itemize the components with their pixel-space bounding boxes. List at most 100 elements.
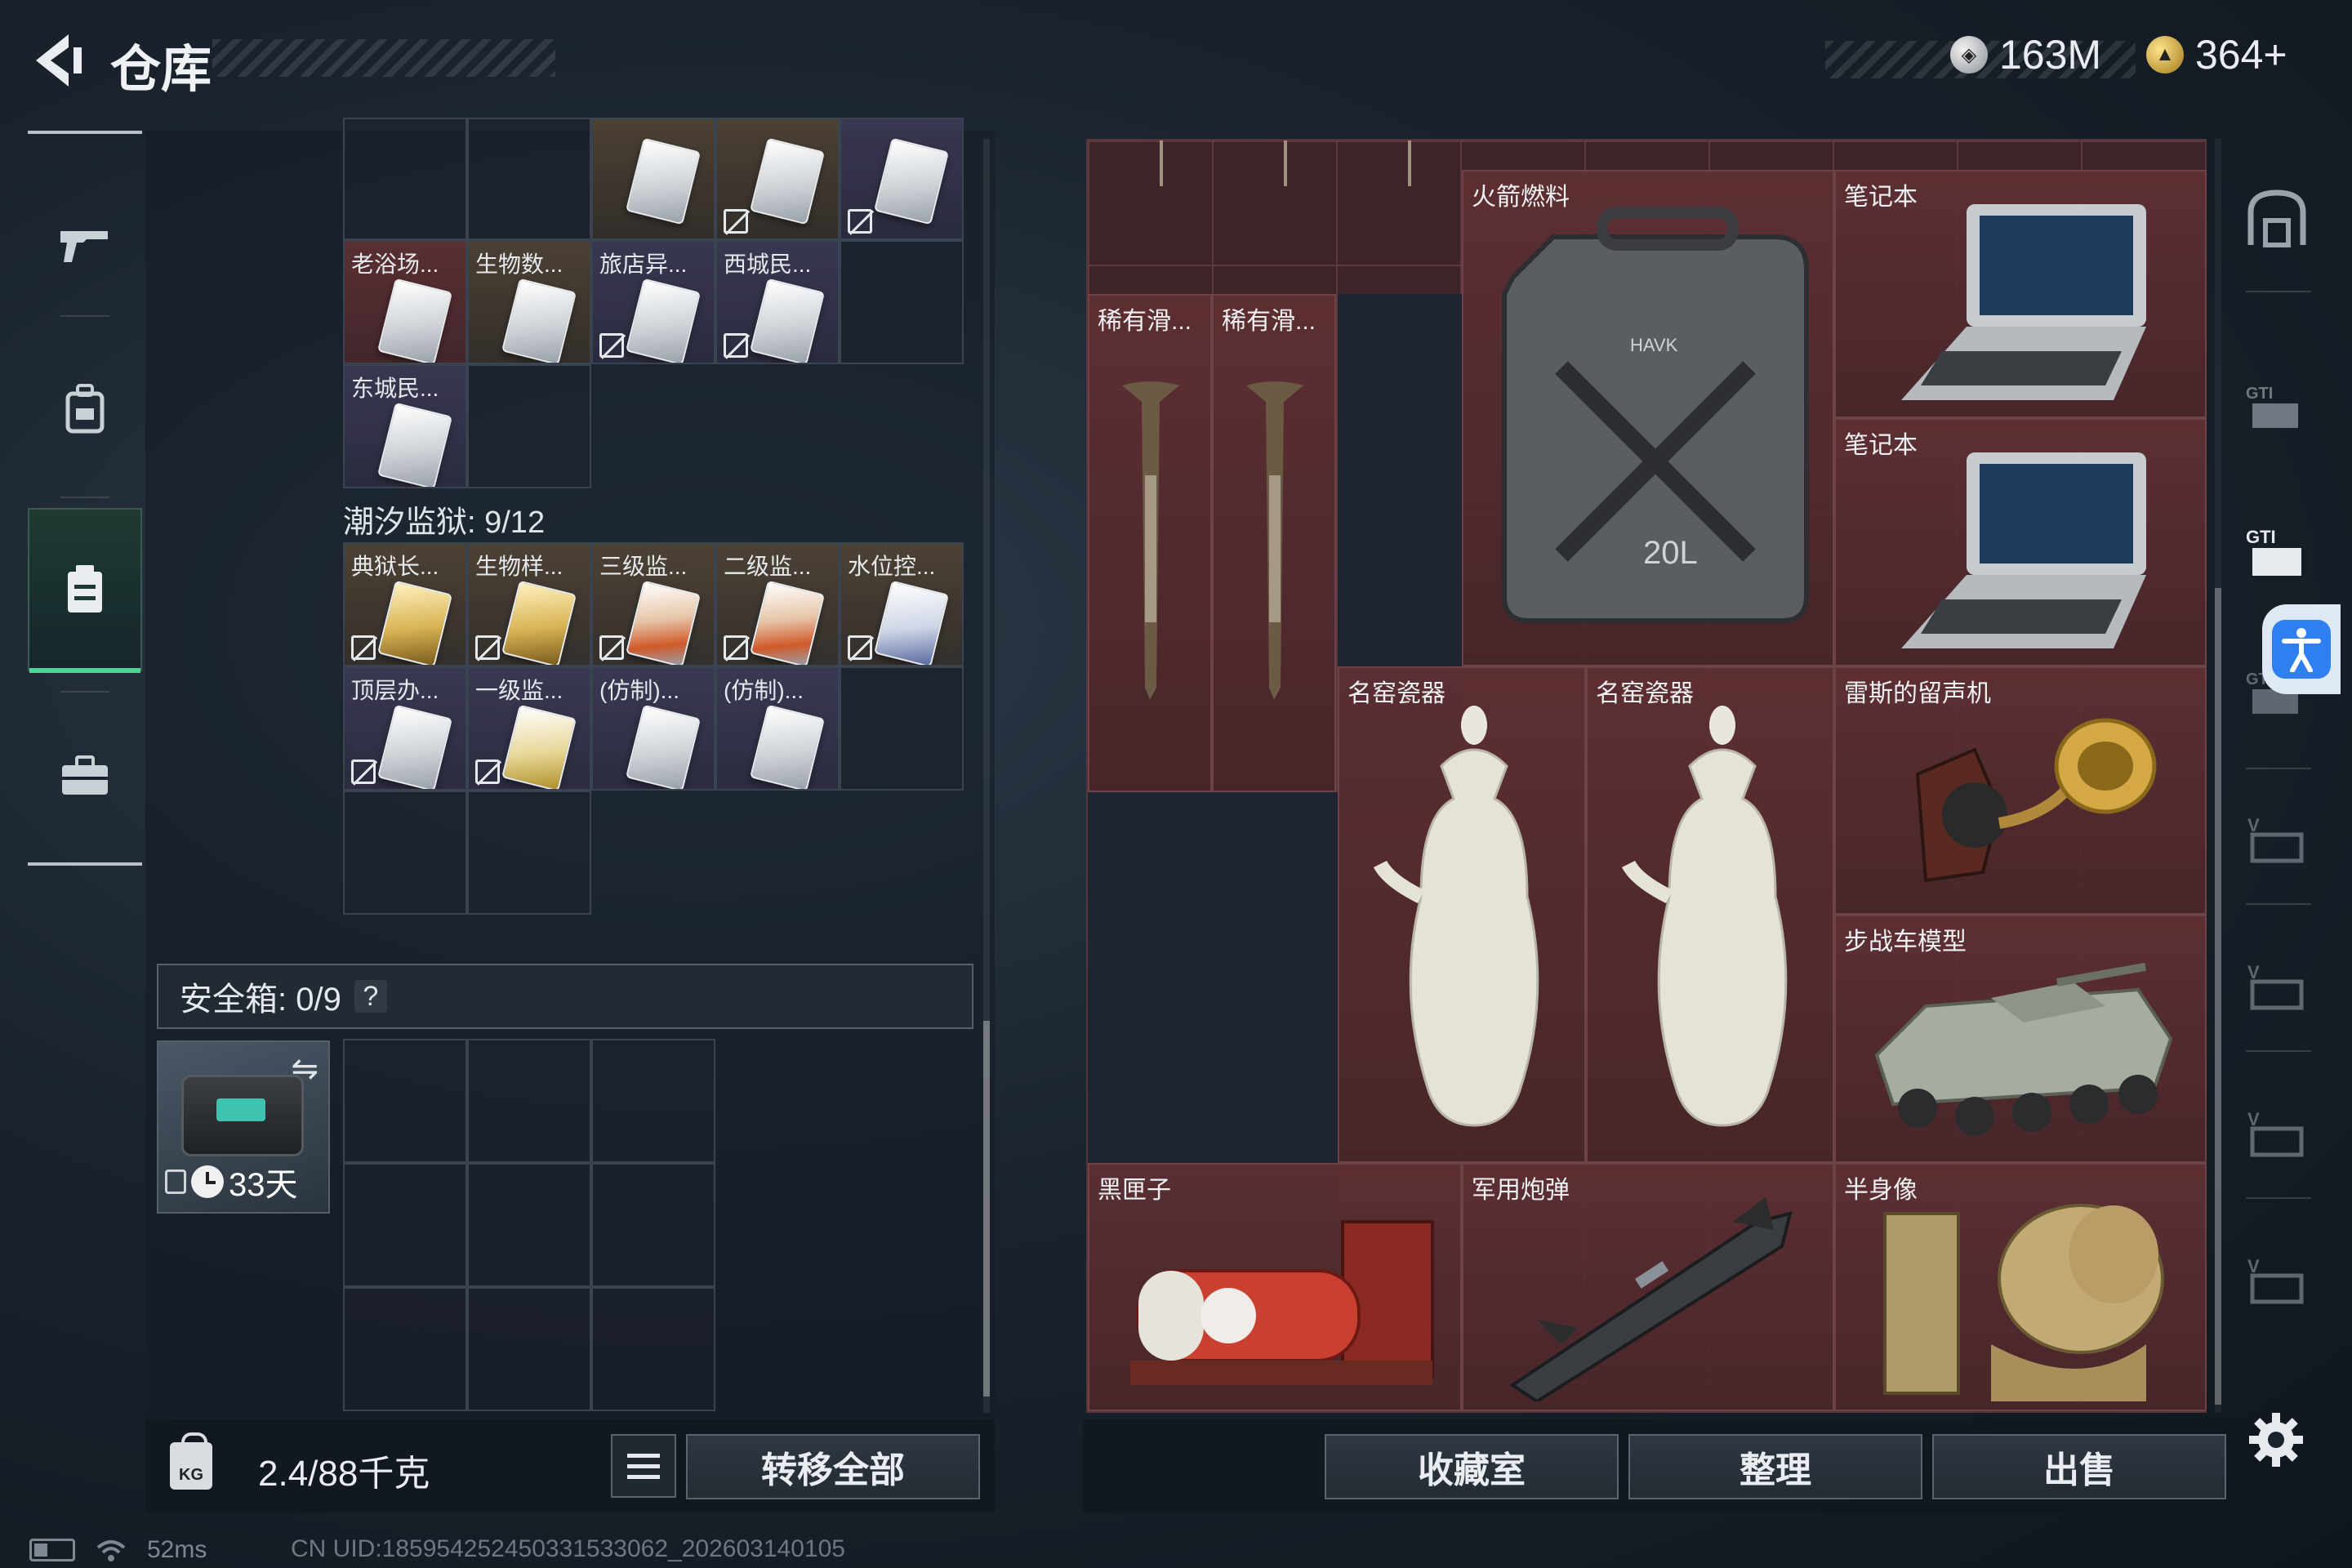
gold-coin-icon: ▲ (2146, 36, 2184, 74)
scroll-thumb[interactable] (983, 1021, 990, 1396)
stash-item-military-shell[interactable]: 军用炮弹 (1462, 1163, 1834, 1411)
stash-item-rocket-fuel[interactable]: 火箭燃料 20L HAVK (1462, 170, 1834, 666)
keycard-item[interactable]: 顶层办... (343, 666, 467, 791)
keycard-item[interactable]: 一级监... (467, 666, 591, 791)
grid-cell[interactable] (840, 240, 964, 364)
stash-item-laptop-2[interactable]: 笔记本 (1834, 418, 2207, 666)
clock-icon (191, 1165, 224, 1198)
svg-text:V: V (2247, 1256, 2260, 1276)
keycard-item[interactable]: 西城民... (715, 240, 840, 364)
item-label: 生物样... (475, 554, 564, 579)
svg-text:V: V (2247, 815, 2260, 835)
grid-cell[interactable] (467, 364, 591, 488)
grid-cell[interactable] (467, 791, 591, 915)
rail-tab-v-1[interactable]: V (2238, 800, 2316, 879)
left-footer: KG 2.4/88千克 转移全部 (145, 1419, 995, 1512)
keycard-item[interactable]: 老浴场... (343, 240, 467, 364)
keycard-item[interactable]: 水位控... (840, 542, 964, 666)
keycard-item[interactable]: (仿制)... (591, 666, 715, 791)
backpack-icon (65, 384, 105, 434)
grid-cell[interactable] (467, 1163, 591, 1287)
settings-gear-icon[interactable] (2247, 1411, 2305, 1468)
rail-tab-v-2[interactable]: V (2238, 947, 2316, 1026)
stash-item-rare-gun-1[interactable]: 稀有滑... (1088, 294, 1212, 792)
stash-item-laptop-1[interactable]: 笔记本 (1834, 170, 2207, 418)
keycard-item[interactable]: 生物样... (467, 542, 591, 666)
gti-tab-icon: GTI (2246, 385, 2298, 428)
rail-item-backpack[interactable] (28, 327, 142, 490)
currency-gold[interactable]: ▲ 364+ (2146, 31, 2287, 78)
rail-tab-home[interactable] (2238, 180, 2316, 258)
list-view-button[interactable] (611, 1434, 676, 1498)
black-box-icon (1130, 1220, 1434, 1385)
item-label: 西城民... (724, 252, 812, 277)
item-label: 顶层办... (351, 678, 439, 703)
rail-tab-gti-1[interactable]: GTI (2238, 368, 2316, 446)
sort-button[interactable]: 整理 (1628, 1434, 1922, 1499)
grid-cell[interactable] (343, 1287, 467, 1411)
grid-cell[interactable] (840, 666, 964, 791)
grid-cell[interactable] (343, 791, 467, 915)
keycard-item[interactable]: 生物数... (467, 240, 591, 364)
keycard-item[interactable]: 东城民... (343, 364, 467, 488)
rail-separator (60, 691, 109, 693)
grid-cell[interactable] (343, 118, 467, 240)
item-label: (仿制)... (724, 678, 804, 703)
grid-cell[interactable] (591, 1287, 715, 1411)
item-label: 生物数... (475, 252, 564, 277)
grid-cell[interactable] (591, 1039, 715, 1163)
rail-tab-v-4[interactable]: V (2238, 1241, 2316, 1320)
left-category-rail (28, 131, 142, 874)
no-extract-icon (724, 209, 748, 234)
stash-item-black-box[interactable]: 黑匣子 (1088, 1163, 1462, 1411)
vault-icon (2247, 189, 2306, 247)
collection-room-button[interactable]: 收藏室 (1325, 1434, 1619, 1499)
keycard-item[interactable]: 旅店异... (591, 240, 715, 364)
grid-cell[interactable] (343, 1163, 467, 1287)
left-scrollbar[interactable] (983, 139, 990, 1413)
stash-item-rare-gun-2[interactable]: 稀有滑... (1212, 294, 1336, 792)
title-decoration (212, 39, 555, 77)
list-line (627, 1474, 660, 1479)
keycard-item[interactable]: 二级监... (715, 542, 840, 666)
keycard-item[interactable]: 典狱长... (343, 542, 467, 666)
swap-icon[interactable]: ⇋ (291, 1050, 318, 1088)
stash-item-bust[interactable]: 半身像 (1834, 1163, 2207, 1411)
scroll-thumb[interactable] (2215, 588, 2221, 1405)
wifi-icon (96, 1540, 126, 1561)
keycard-item[interactable] (840, 118, 964, 240)
grid-cell[interactable] (343, 1039, 467, 1163)
rail-item-toolbox[interactable] (28, 694, 142, 858)
right-scrollbar[interactable] (2215, 139, 2221, 1413)
keycard-item[interactable]: 三级监... (591, 542, 715, 666)
grid-cell[interactable] (467, 1039, 591, 1163)
rail-tab-gti-active[interactable]: GTI (2238, 514, 2316, 593)
item-label: 二级监... (724, 554, 812, 579)
stash-item-porcelain-1[interactable]: 名窑瓷器 (1338, 666, 1586, 1163)
currency-silver[interactable]: ◈ 163M (1950, 31, 2101, 78)
grid-cell[interactable] (467, 1287, 591, 1411)
stash-item-gramophone[interactable]: 雷斯的留声机 (1834, 666, 2207, 915)
rail-separator (2246, 1050, 2311, 1052)
accessibility-button[interactable] (2262, 604, 2341, 694)
keycard-item[interactable] (715, 118, 840, 240)
stash-item-porcelain-2[interactable]: 名窑瓷器 (1586, 666, 1834, 1163)
stash-item-ifv-model[interactable]: 步战车模型 (1834, 915, 2207, 1163)
help-button[interactable]: ? (354, 980, 387, 1013)
keycard-item[interactable] (591, 118, 715, 240)
grid-cell[interactable] (467, 118, 591, 240)
safebox-item[interactable]: ⇋ 33天 (157, 1040, 330, 1214)
svg-text:V: V (2247, 962, 2260, 982)
rail-item-weapons[interactable] (28, 163, 142, 327)
rail-top-line (28, 131, 142, 134)
transfer-all-button[interactable]: 转移全部 (686, 1434, 980, 1499)
weight-lock-icon: KG (170, 1432, 212, 1490)
rail-item-storage[interactable] (28, 508, 142, 673)
rail-tab-v-3[interactable]: V (2238, 1094, 2316, 1173)
safebox-header: 安全箱: 0/9 ? (157, 964, 973, 1029)
back-arrow-icon[interactable] (29, 29, 87, 91)
keycard-item[interactable]: (仿制)... (715, 666, 840, 791)
sell-button[interactable]: 出售 (1932, 1434, 2226, 1499)
grid-cell[interactable] (591, 1163, 715, 1287)
weight-value: 2.4/88千克 (258, 1454, 430, 1494)
